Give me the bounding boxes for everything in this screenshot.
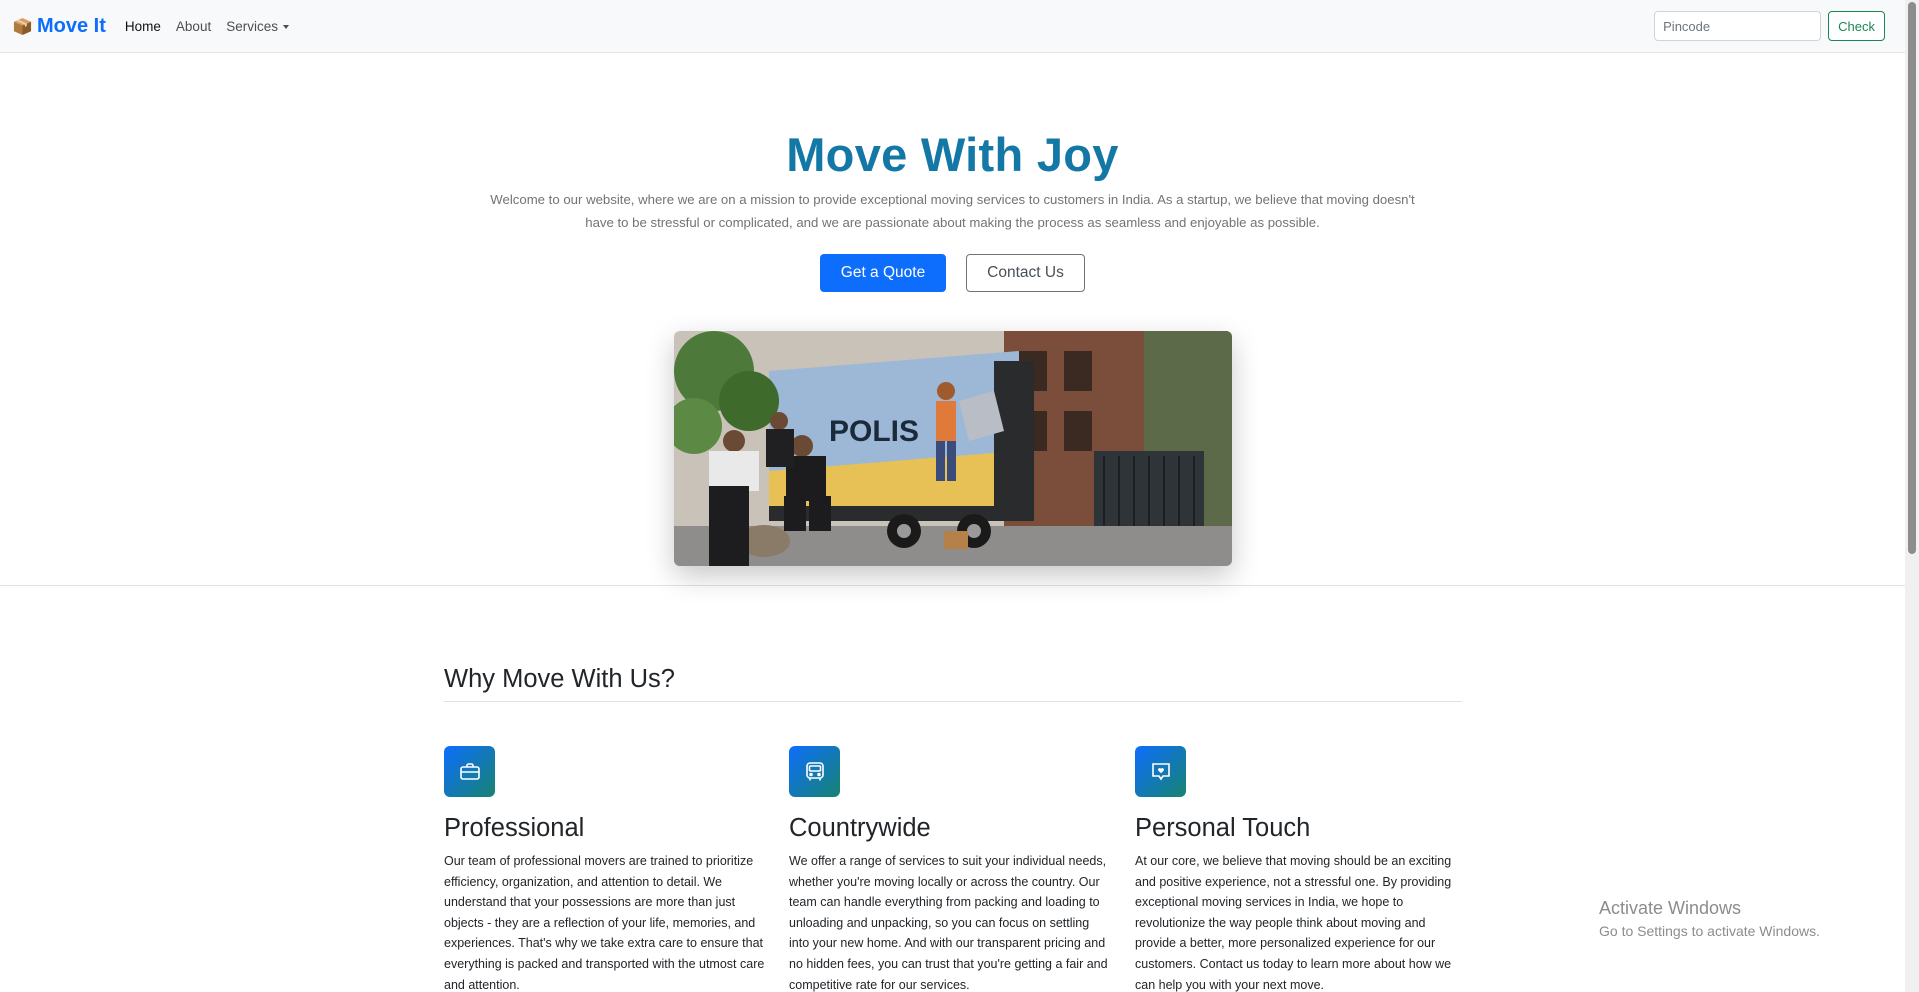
feature-text: We offer a range of services to suit you… [789, 854, 1108, 992]
get-quote-button[interactable]: Get a Quote [820, 254, 946, 292]
feature-countrywide: Countrywide We offer a range of services… [789, 746, 1111, 992]
brand-name: Move It [37, 14, 106, 37]
hero-image: POLIS [674, 331, 1232, 566]
contact-us-button[interactable]: Contact Us [966, 254, 1085, 292]
brand-link[interactable]: Move It [13, 15, 106, 38]
svg-text:POLIS: POLIS [829, 415, 919, 448]
feature-title: Personal Touch [1135, 814, 1311, 842]
chat-heart-icon [1135, 746, 1186, 797]
feature-title: Professional [444, 814, 585, 842]
nav-services-label: Services [226, 18, 278, 34]
watermark-title: Activate Windows [1599, 898, 1742, 918]
check-button[interactable]: Check [1828, 11, 1885, 41]
moving-truck-illustration: POLIS [674, 331, 1232, 566]
nav-about[interactable]: About [176, 19, 211, 34]
hero-section: Move With Joy Welcome to our website, wh… [0, 54, 1905, 586]
watermark-subtitle: Go to Settings to activate Windows. [1599, 923, 1820, 939]
navbar: Move It Home About Services Check [0, 0, 1905, 53]
briefcase-icon [444, 746, 495, 797]
nav-links: Home About Services [125, 19, 304, 34]
feature-title: Countrywide [789, 814, 931, 842]
bus-icon [789, 746, 840, 797]
section-divider [444, 701, 1462, 702]
package-icon [13, 17, 32, 35]
hero-lead: Welcome to our website, where we are on … [490, 192, 1415, 230]
why-section-title: Why Move With Us? [444, 665, 675, 693]
feature-text: Our team of professional movers are trai… [444, 854, 765, 992]
nav-home[interactable]: Home [125, 19, 161, 34]
pincode-form: Check [1654, 11, 1885, 41]
scrollbar-thumb[interactable] [1908, 2, 1916, 554]
hero-buttons: Get a Quote Contact Us [0, 254, 1905, 292]
feature-text: At our core, we believe that moving shou… [1135, 854, 1452, 992]
feature-professional: Professional Our team of professional mo… [444, 746, 766, 992]
caret-down-icon [282, 24, 289, 29]
hero-title: Move With Joy [786, 128, 1119, 181]
nav-services-dropdown[interactable]: Services [226, 19, 289, 34]
feature-personal-touch: Personal Touch At our core, we believe t… [1135, 746, 1457, 992]
activate-windows-watermark: Activate Windows Go to Settings to activ… [1599, 898, 1820, 939]
pincode-input[interactable] [1654, 11, 1822, 41]
vertical-scrollbar[interactable] [1905, 0, 1919, 992]
